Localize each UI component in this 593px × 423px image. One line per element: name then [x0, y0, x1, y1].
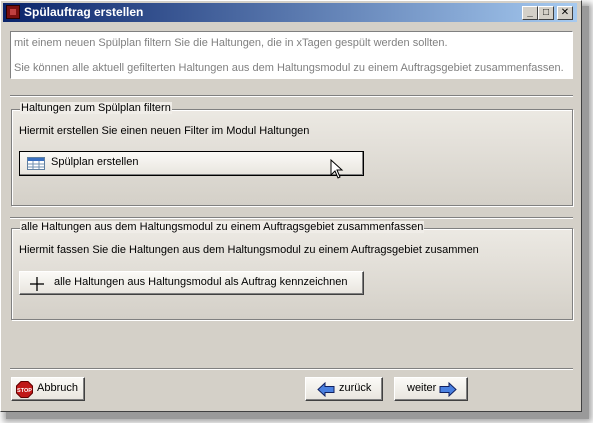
- info-line-2: Sie können alle aktuell gefilterten Halt…: [14, 62, 564, 74]
- separator: [10, 368, 573, 370]
- group-auftragsgebiet: alle Haltungen aus dem Haltungsmodul zu …: [11, 221, 573, 320]
- plus-icon: [30, 277, 44, 291]
- separator: [10, 95, 573, 97]
- info-line-1: mit einem neuen Spülplan filtern Sie die…: [14, 37, 448, 49]
- separator: [10, 217, 573, 219]
- group-spuelplan-filter: Haltungen zum Spülplan filtern Hiermit e…: [11, 102, 573, 206]
- create-spuelplan-button[interactable]: Spülplan erstellen: [19, 151, 364, 179]
- group-description: Hiermit fassen Sie die Haltungen aus dem…: [19, 244, 479, 256]
- info-text-box: mit einem neuen Spülplan filtern Sie die…: [10, 31, 573, 79]
- group-legend: Haltungen zum Spülplan filtern: [20, 102, 172, 114]
- app-icon: [6, 5, 20, 19]
- svg-text:STOP: STOP: [17, 388, 32, 394]
- maximize-button[interactable]: □: [538, 6, 554, 20]
- back-button[interactable]: zurück: [305, 377, 383, 401]
- mark-as-order-label: alle Haltungen aus Haltungsmodul als Auf…: [54, 276, 348, 288]
- stop-sign-icon: STOP: [16, 381, 33, 398]
- arrow-left-icon: [317, 382, 335, 397]
- grid-table-icon: [27, 157, 45, 170]
- group-description: Hiermit erstellen Sie einen neuen Filter…: [19, 125, 310, 137]
- title-bar[interactable]: Spülauftrag erstellen _ □ ✕: [3, 3, 577, 22]
- next-button[interactable]: weiter: [394, 377, 468, 401]
- create-spuelplan-label: Spülplan erstellen: [51, 156, 139, 168]
- abort-label: Abbruch: [37, 382, 78, 394]
- minimize-button[interactable]: _: [522, 6, 538, 20]
- abort-button[interactable]: STOP Abbruch: [11, 377, 85, 401]
- next-label: weiter: [407, 382, 437, 394]
- arrow-right-icon: [439, 382, 457, 397]
- back-label: zurück: [339, 382, 372, 394]
- mouse-cursor-icon: [330, 158, 344, 179]
- mark-as-order-button[interactable]: alle Haltungen aus Haltungsmodul als Auf…: [19, 271, 364, 295]
- window-title: Spülauftrag erstellen: [24, 5, 144, 19]
- group-legend: alle Haltungen aus dem Haltungsmodul zu …: [20, 221, 425, 233]
- dialog-window: Spülauftrag erstellen _ □ ✕ mit einem ne…: [0, 0, 582, 412]
- close-button[interactable]: ✕: [557, 6, 573, 20]
